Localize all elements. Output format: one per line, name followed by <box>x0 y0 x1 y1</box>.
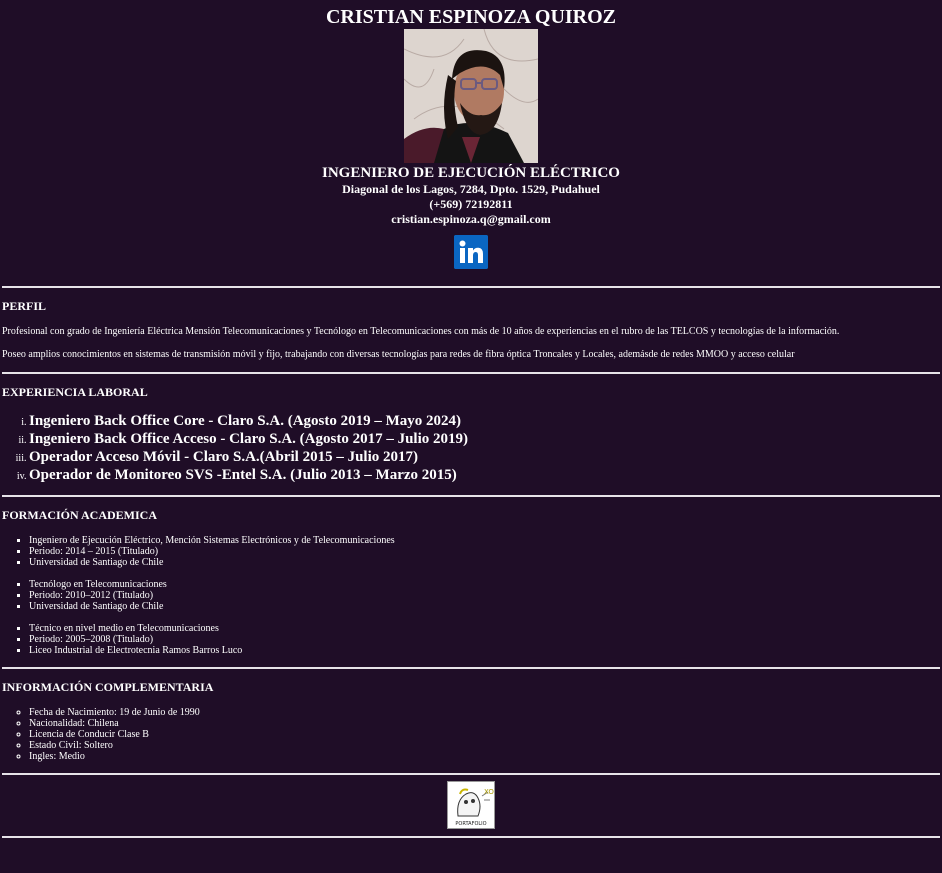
cv-page: CRISTIAN ESPINOZA QUIROZ INGENIERO DE EJ… <box>0 6 942 838</box>
list-item: Periodo: 2014 – 2015 (Titulado) <box>29 546 940 557</box>
profile-photo <box>404 29 538 163</box>
divider <box>2 667 940 669</box>
list-item: Estado Civil: Soltero <box>29 740 940 751</box>
list-item: Periodo: 2005–2008 (Titulado) <box>29 634 940 645</box>
list-item: Fecha de Nacimiento: 19 de Junio de 1990 <box>29 707 940 718</box>
svg-text:XO: XO <box>484 788 494 796</box>
experiencia-item: Operador de Monitoreo SVS -Entel S.A. (J… <box>29 466 940 484</box>
portfolio-icon[interactable]: XO PORTAFOLIO <box>447 781 495 829</box>
experiencia-list: Ingeniero Back Office Core - Claro S.A. … <box>2 412 940 484</box>
complementaria-list: Fecha de Nacimiento: 19 de Junio de 1990… <box>2 707 940 762</box>
formacion-heading: FORMACIÓN ACADEMICA <box>2 508 157 522</box>
list-item: Liceo Industrial de Electrotecnia Ramos … <box>29 645 940 656</box>
job-title: INGENIERO DE EJECUCIÓN ELÉCTRICO <box>322 165 620 181</box>
linkedin-icon[interactable] <box>454 235 488 269</box>
divider <box>2 773 940 775</box>
formacion-group: Tecnólogo en Telecomunicaciones Periodo:… <box>2 579 940 612</box>
divider <box>2 495 940 497</box>
experiencia-section: EXPERIENCIA LABORAL Ingeniero Back Offic… <box>2 385 940 484</box>
list-item: Técnico en nivel medio en Telecomunicaci… <box>29 623 940 634</box>
phone: (+569) 72192811 <box>429 197 513 211</box>
divider <box>2 836 940 838</box>
perfil-heading: PERFIL <box>2 299 47 313</box>
list-item: Nacionalidad: Chilena <box>29 718 940 729</box>
list-item: Universidad de Santiago de Chile <box>29 557 940 568</box>
profile-photo-drawing <box>404 29 538 163</box>
list-item: Ingles: Medio <box>29 751 940 762</box>
person-name: CRISTIAN ESPINOZA QUIROZ <box>325 6 617 28</box>
formacion-group: Técnico en nivel medio en Telecomunicaci… <box>2 623 940 656</box>
list-item: Universidad de Santiago de Chile <box>29 601 940 612</box>
complementaria-heading: INFORMACIÓN COMPLEMENTARIA <box>2 680 214 694</box>
divider <box>2 372 940 374</box>
address: Diagonal de los Lagos, 7284, Dpto. 1529,… <box>342 182 600 196</box>
formacion-group: Ingeniero de Ejecución Eléctrico, Menció… <box>2 535 940 568</box>
list-item: Licencia de Conducir Clase B <box>29 729 940 740</box>
perfil-paragraph: Poseo amplios conocimientos en sistemas … <box>2 349 795 360</box>
complementaria-section: INFORMACIÓN COMPLEMENTARIA Fecha de Naci… <box>2 680 940 762</box>
experiencia-item: Operador Acceso Móvil - Claro S.A.(Abril… <box>29 448 940 466</box>
experiencia-heading: EXPERIENCIA LABORAL <box>2 385 148 399</box>
perfil-paragraph: Profesional con grado de Ingeniería Eléc… <box>2 326 840 337</box>
header: CRISTIAN ESPINOZA QUIROZ INGENIERO DE EJ… <box>2 6 940 272</box>
list-item: Ingeniero de Ejecución Eléctrico, Menció… <box>29 535 940 546</box>
list-item: Tecnólogo en Telecomunicaciones <box>29 579 940 590</box>
perfil-section: PERFIL Profesional con grado de Ingenier… <box>2 299 940 361</box>
email: cristian.espinoza.q@gmail.com <box>391 212 551 226</box>
experiencia-item: Ingeniero Back Office Core - Claro S.A. … <box>29 412 940 430</box>
portfolio-label: PORTAFOLIO <box>455 821 486 827</box>
formacion-section: FORMACIÓN ACADEMICA Ingeniero de Ejecuci… <box>2 508 940 656</box>
experiencia-item: Ingeniero Back Office Acceso - Claro S.A… <box>29 430 940 448</box>
list-item: Periodo: 2010–2012 (Titulado) <box>29 590 940 601</box>
divider <box>2 286 940 288</box>
